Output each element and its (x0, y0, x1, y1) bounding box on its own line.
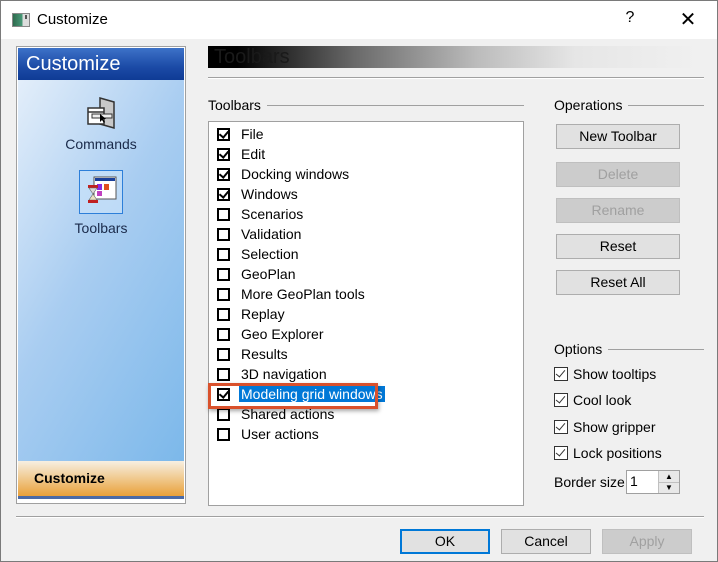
list-item-results[interactable]: Results (217, 344, 290, 364)
list-item-selection[interactable]: Selection (217, 244, 301, 264)
reset-all-button[interactable]: Reset All (556, 270, 680, 295)
list-item-label: 3D navigation (241, 366, 327, 382)
reset-button[interactable]: Reset (556, 234, 680, 259)
footer-divider (16, 516, 704, 518)
list-item-3d-navigation[interactable]: 3D navigation (217, 364, 329, 384)
checkbox[interactable] (217, 267, 230, 281)
list-item-label: File (241, 126, 264, 142)
sidebar-item-label: Commands (65, 136, 137, 152)
toolbars-list[interactable]: File Edit Docking windows Windows Scenar… (208, 121, 524, 506)
option-label: Lock positions (573, 445, 662, 461)
list-item-label: Replay (241, 306, 285, 322)
sidebar-item-toolbars[interactable]: Toolbars (18, 170, 184, 236)
list-item-label: Selection (241, 246, 299, 262)
list-item-replay[interactable]: Replay (217, 304, 287, 324)
ok-button[interactable]: OK (400, 529, 490, 554)
checkbox[interactable] (217, 167, 230, 181)
list-item-more-geoplan-tools[interactable]: More GeoPlan tools (217, 284, 367, 304)
list-item-label: User actions (241, 426, 319, 442)
checkbox[interactable] (554, 446, 568, 460)
title-bar: Customize ? ✕ (1, 1, 717, 39)
options-group-label: Options (554, 341, 609, 357)
list-item-label: Validation (241, 226, 302, 242)
sidebar-body: Commands Toolbars (18, 80, 184, 461)
close-button[interactable]: ✕ (673, 7, 703, 33)
window-title: Customize (37, 11, 108, 28)
list-item-docking-windows[interactable]: Docking windows (217, 164, 351, 184)
list-item-label: Edit (241, 146, 266, 162)
new-toolbar-button[interactable]: New Toolbar (556, 124, 680, 149)
highlight-annotation (208, 383, 378, 409)
list-item-geoplan[interactable]: GeoPlan (217, 264, 297, 284)
banner-divider (208, 77, 704, 79)
checkbox[interactable] (217, 307, 230, 321)
show-tooltips-checkbox[interactable]: Show tooltips (554, 364, 656, 384)
sidebar-footer[interactable]: Customize (18, 461, 184, 499)
cancel-button[interactable]: Cancel (501, 529, 591, 554)
border-size-input[interactable]: 1 (630, 473, 638, 489)
list-item-file[interactable]: File (217, 124, 266, 144)
checkbox[interactable] (217, 227, 230, 241)
list-item-label: More GeoPlan tools (241, 286, 365, 302)
checkbox[interactable] (554, 393, 568, 407)
toolbars-group-label: Toolbars (208, 97, 267, 113)
lock-positions-checkbox[interactable]: Lock positions (554, 443, 662, 463)
option-label: Show tooltips (573, 366, 657, 382)
delete-button[interactable]: Delete (556, 162, 680, 187)
option-label: Cool look (573, 392, 632, 408)
checkbox[interactable] (217, 367, 230, 381)
border-size-spinner[interactable]: 1 ▲ ▼ (626, 470, 680, 494)
checkbox[interactable] (217, 407, 230, 421)
show-gripper-checkbox[interactable]: Show gripper (554, 417, 656, 437)
rename-button[interactable]: Rename (556, 198, 680, 223)
help-button[interactable]: ? (619, 9, 641, 27)
commands-icon (80, 92, 122, 134)
checkbox[interactable] (217, 427, 230, 441)
list-item-geo-explorer[interactable]: Geo Explorer (217, 324, 325, 344)
checkbox[interactable] (217, 127, 230, 141)
operations-group-label: Operations (554, 97, 629, 113)
checkbox[interactable] (554, 367, 568, 381)
checkbox[interactable] (554, 420, 568, 434)
list-item-validation[interactable]: Validation (217, 224, 303, 244)
spinner-buttons: ▲ ▼ (658, 471, 679, 493)
list-item-scenarios[interactable]: Scenarios (217, 204, 305, 224)
list-item-label: Docking windows (241, 166, 350, 182)
page-banner: Toolbars (208, 46, 698, 68)
cool-look-checkbox[interactable]: Cool look (554, 390, 631, 410)
list-item-user-actions[interactable]: User actions (217, 424, 321, 444)
border-size-label: Border size (554, 474, 625, 490)
list-item-windows[interactable]: Windows (217, 184, 300, 204)
list-item-label: Scenarios (241, 206, 304, 222)
sidebar-header[interactable]: Customize (18, 48, 184, 80)
toolbars-icon (79, 170, 123, 214)
checkbox[interactable] (217, 247, 230, 261)
checkbox[interactable] (217, 147, 230, 161)
checkbox[interactable] (217, 207, 230, 221)
apply-button[interactable]: Apply (602, 529, 692, 554)
checkbox[interactable] (217, 287, 230, 301)
sidebar: Customize Commands Toolbars Customize (16, 46, 186, 504)
window-icon (12, 13, 30, 27)
list-item-label: Windows (241, 186, 298, 202)
sidebar-item-commands[interactable]: Commands (18, 92, 184, 152)
checkbox[interactable] (217, 347, 230, 361)
list-item-edit[interactable]: Edit (217, 144, 267, 164)
list-item-label: GeoPlan (241, 266, 296, 282)
sidebar-item-label: Toolbars (74, 220, 128, 236)
checkbox[interactable] (217, 187, 230, 201)
list-item-label: Geo Explorer (241, 326, 324, 342)
checkbox[interactable] (217, 327, 230, 341)
customize-dialog: Customize ? ✕ Customize Commands Toolbar… (0, 0, 718, 562)
spin-down-icon[interactable]: ▼ (659, 482, 679, 493)
option-label: Show gripper (573, 419, 656, 435)
list-item-label: Results (241, 346, 288, 362)
